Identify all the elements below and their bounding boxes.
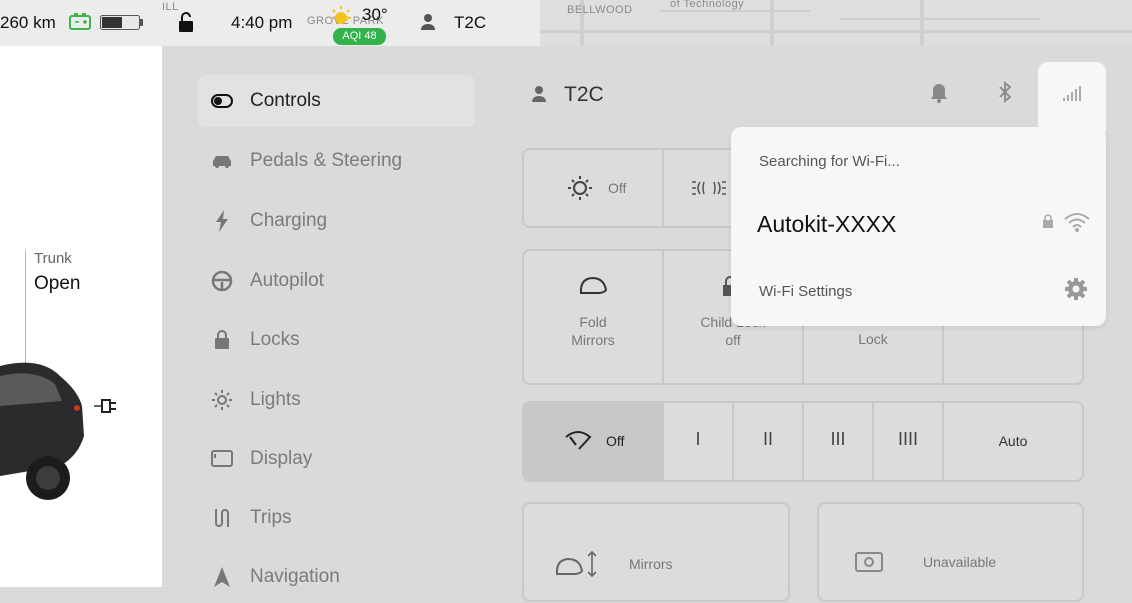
- header-profile-name[interactable]: T2C: [564, 83, 604, 107]
- nav-trips-label: Trips: [250, 507, 292, 528]
- wiper-speed-1-label: I: [695, 429, 701, 449]
- wiper-row: Off I II III IIII Auto: [522, 401, 1084, 482]
- wiper-speed-4-label: IIII: [897, 429, 918, 449]
- nav-display-label: Display: [250, 448, 313, 469]
- wiper-off-button[interactable]: Off: [524, 403, 664, 480]
- nav-autopilot[interactable]: Autopilot: [198, 255, 475, 307]
- sun-weather-icon: [328, 4, 354, 28]
- wiper-speed-3-label: III: [830, 429, 846, 449]
- unavailable-label: Unavailable: [923, 554, 997, 570]
- unavailable-button[interactable]: Unavailable: [817, 502, 1084, 602]
- wifi-searching-text: Searching for Wi-Fi...: [759, 153, 900, 170]
- toggle-icon: [210, 89, 234, 113]
- temperature-text: 30°: [362, 5, 388, 24]
- mirror-icon: [578, 275, 608, 297]
- wifi-popup: Searching for Wi-Fi... Autokit-XXXX Wi-F…: [731, 127, 1106, 326]
- sun-icon: [210, 388, 234, 412]
- nav-charging-label: Charging: [250, 210, 328, 231]
- nav-pedals-steering-label: Pedals & Steering: [250, 150, 403, 171]
- fold-mirrors-button[interactable]: Fold Mirrors: [524, 251, 664, 383]
- nav-lights[interactable]: Lights: [198, 374, 475, 426]
- wifi-settings-item[interactable]: Wi-Fi Settings: [731, 267, 1106, 313]
- mirror-adjust-icon: [554, 550, 600, 578]
- nav-display[interactable]: Display: [198, 433, 475, 485]
- headlight-sun-icon: [566, 174, 594, 202]
- profile-icon[interactable]: [420, 13, 436, 31]
- nav-pedals-steering[interactable]: Pedals & Steering: [198, 135, 475, 187]
- lock-icon: [210, 328, 234, 352]
- clock-text: 4:40 pm: [231, 13, 293, 32]
- car-icon: [210, 149, 234, 173]
- parking-lights-icon[interactable]: [692, 180, 726, 196]
- aqi-badge: AQI 48: [333, 28, 386, 45]
- charge-port-icon[interactable]: [94, 396, 118, 416]
- nav-controls-label: Controls: [250, 90, 321, 111]
- gear-icon[interactable]: [1064, 277, 1088, 301]
- car-image: [0, 362, 84, 500]
- bluetooth-icon[interactable]: [997, 81, 1013, 103]
- wiper-auto-button[interactable]: Auto: [944, 403, 1082, 480]
- headlights-off-button[interactable]: Off: [524, 150, 664, 226]
- nav-navigation[interactable]: Navigation: [198, 551, 475, 603]
- trips-icon: [210, 506, 234, 530]
- headlights-off-label: Off: [608, 180, 627, 196]
- wifi-signal-icon: [1063, 211, 1091, 233]
- profile-name[interactable]: T2C: [454, 13, 486, 33]
- map-label-3: BELLWOOD: [567, 4, 633, 16]
- wiper-speed-4-button[interactable]: IIII: [874, 403, 944, 480]
- lock-label: Lock: [858, 331, 888, 347]
- trunk-label: Trunk: [34, 250, 72, 267]
- status-bar: ILL GROVE PARK BELLWOOD of Technology 26…: [0, 0, 1132, 46]
- nav-locks-label: Locks: [250, 329, 300, 350]
- wiper-speed-2-label: II: [762, 429, 773, 449]
- nav-navigation-label: Navigation: [250, 566, 340, 587]
- wifi-network-name: Autokit-XXXX: [757, 211, 897, 237]
- car-panel: Trunk Open: [0, 46, 162, 587]
- steering-wheel-icon: [210, 269, 234, 293]
- wifi-settings-label: Wi-Fi Settings: [759, 283, 853, 300]
- cellular-signal-icon[interactable]: [1062, 84, 1082, 102]
- wiper-speed-1-button[interactable]: I: [664, 403, 734, 480]
- display-icon: [210, 447, 234, 471]
- nav-charging[interactable]: Charging: [198, 195, 475, 247]
- wiper-speed-3-button[interactable]: III: [804, 403, 874, 480]
- mirrors-label: Mirrors: [629, 556, 673, 572]
- unlock-icon[interactable]: [176, 11, 198, 35]
- signal-tab[interactable]: [1038, 62, 1106, 132]
- wiper-icon: [564, 429, 592, 451]
- nav-trips[interactable]: Trips: [198, 492, 475, 544]
- nav-autopilot-label: Autopilot: [250, 270, 324, 291]
- mirrors-adjust-button[interactable]: Mirrors: [522, 502, 790, 602]
- battery-icon: [100, 15, 144, 30]
- header-profile-icon[interactable]: [531, 85, 547, 103]
- wifi-network-item[interactable]: Autokit-XXXX: [731, 193, 1106, 253]
- nav-controls[interactable]: Controls: [198, 75, 475, 127]
- wiper-speed-2-button[interactable]: II: [734, 403, 804, 480]
- wiper-off-label: Off: [606, 433, 625, 449]
- network-lock-icon: [1042, 213, 1054, 229]
- bolt-icon: [210, 209, 234, 233]
- fold-mirrors-label: Fold Mirrors: [571, 314, 615, 348]
- range-text: 260 km: [0, 13, 56, 32]
- nav-locks[interactable]: Locks: [198, 314, 475, 366]
- wiper-auto-label: Auto: [998, 433, 1028, 449]
- map-label-4: of Technology: [670, 0, 745, 10]
- navigation-arrow-icon: [210, 565, 234, 589]
- bell-icon[interactable]: [930, 82, 948, 104]
- nav-lights-label: Lights: [250, 389, 301, 410]
- trunk-status[interactable]: Open: [34, 273, 80, 295]
- charging-icon: [68, 12, 92, 32]
- lights-row: Off: [522, 148, 742, 228]
- camera-icon: [855, 552, 883, 572]
